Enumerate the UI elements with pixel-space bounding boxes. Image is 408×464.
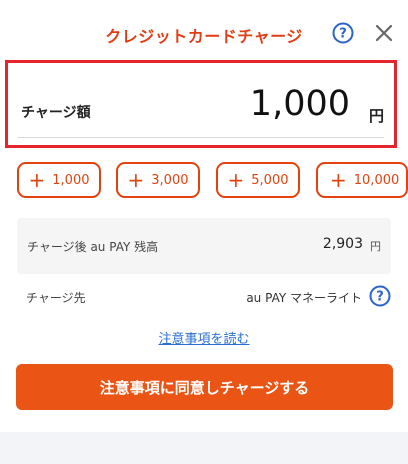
question-circle-icon[interactable]: ? [369,285,391,307]
destination-label: チャージ先 [26,291,86,305]
agree-and-charge-button[interactable]: 注意事項に同意しチャージする [16,364,393,410]
read-notes-link[interactable]: 注意事項を読む [0,328,408,347]
chip-label: 1,000 [52,172,90,188]
add-1000-button[interactable]: + 1,000 [17,162,101,198]
plus-icon: + [28,168,46,192]
plus-icon: + [227,168,245,192]
svg-text:?: ? [339,27,347,42]
balance-after-value: 2,903 [322,236,363,252]
destination-value: au PAY マネーライト [246,291,362,305]
footer-area [0,432,408,464]
add-5000-button[interactable]: + 5,000 [216,162,300,198]
chip-label: 3,000 [151,172,189,188]
question-circle-icon[interactable]: ? [332,22,354,44]
charge-amount-field[interactable]: チャージ額 1,000 円 [5,60,397,148]
plus-icon: + [127,168,145,192]
plus-icon: + [330,168,347,192]
balance-after-unit: 円 [370,240,381,253]
charge-amount-label: チャージ額 [21,105,91,121]
amount-underline [18,137,384,138]
balance-after-label: チャージ後 au PAY 残高 [27,240,159,254]
charge-amount-value[interactable]: 1,000 [250,84,350,124]
balance-after-card: チャージ後 au PAY 残高 2,903 円 [17,218,391,274]
charge-amount-unit: 円 [368,107,384,125]
add-3000-button[interactable]: + 3,000 [116,162,200,198]
add-10000-button[interactable]: + 10,000 [316,162,408,198]
svg-text:?: ? [376,290,384,305]
chip-label: 5,000 [251,172,289,188]
close-icon[interactable] [374,23,394,43]
quick-add-chips: + 1,000 + 3,000 + 5,000 + 10,000 [17,162,408,200]
chip-label: 10,000 [353,172,400,188]
